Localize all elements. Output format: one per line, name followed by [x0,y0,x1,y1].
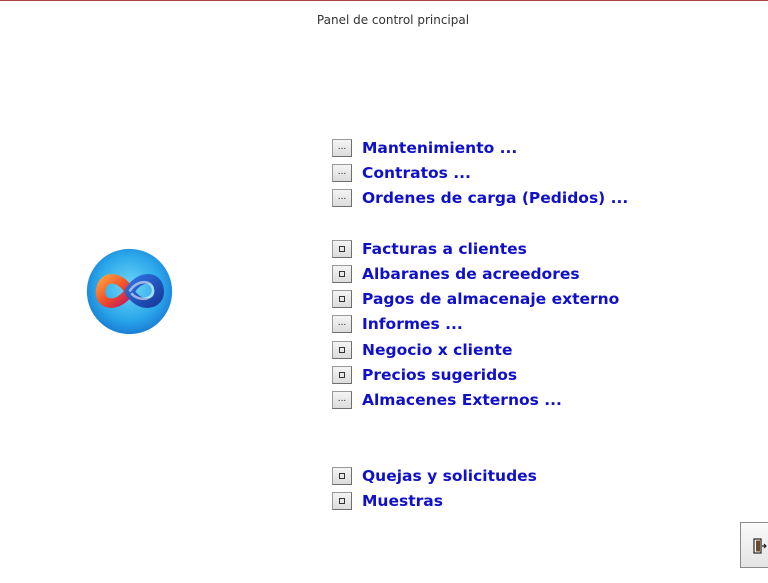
square-bullet-icon [339,473,345,479]
submenu-button[interactable]: ... [332,189,352,207]
square-bullet-icon [339,246,345,252]
open-form-button[interactable] [332,467,352,485]
menu-item-label[interactable]: Mantenimiento ... [362,139,517,157]
menu-item[interactable]: Muestras [332,491,443,511]
main-control-panel: Panel de control principal ... Mantenimie… [0,0,768,583]
square-bullet-icon [339,296,345,302]
menu-item[interactable]: Facturas a clientes [332,239,527,259]
menu-item-label[interactable]: Facturas a clientes [362,240,527,258]
menu-item-label[interactable]: Precios sugeridos [362,366,517,384]
window-top-border [0,0,768,1]
menu-item-label[interactable]: Pagos de almacenaje externo [362,290,619,308]
submenu-button[interactable]: ... [332,164,352,182]
open-form-button[interactable] [332,341,352,359]
menu-item[interactable]: Precios sugeridos [332,365,517,385]
menu-item[interactable]: ... Contratos ... [332,163,471,183]
menu-item[interactable]: ... Mantenimiento ... [332,138,517,158]
infinity-logo-icon [86,248,173,335]
square-bullet-icon [339,498,345,504]
menu-item[interactable]: ... Almacenes Externos ... [332,390,562,410]
menu-item[interactable]: Pagos de almacenaje externo [332,289,619,309]
exit-button[interactable] [740,522,768,568]
open-form-button[interactable] [332,290,352,308]
open-form-button[interactable] [332,265,352,283]
square-bullet-icon [339,372,345,378]
menu-item-label[interactable]: Albaranes de acreedores [362,265,580,283]
menu-item-label[interactable]: Informes ... [362,315,463,333]
menu-item-label[interactable]: Negocio x cliente [362,341,512,359]
exit-door-icon [753,538,767,554]
menu-item[interactable]: ... Informes ... [332,314,463,334]
menu-item-label[interactable]: Quejas y solicitudes [362,467,537,485]
window-title: Panel de control principal [316,13,470,27]
submenu-button[interactable]: ... [332,315,352,333]
menu-item-label[interactable]: Muestras [362,492,443,510]
menu-item[interactable]: Quejas y solicitudes [332,466,537,486]
open-form-button[interactable] [332,492,352,510]
submenu-button[interactable]: ... [332,139,352,157]
open-form-button[interactable] [332,366,352,384]
square-bullet-icon [339,347,345,353]
menu-item-label[interactable]: Ordenes de carga (Pedidos) ... [362,189,628,207]
menu-item-label[interactable]: Almacenes Externos ... [362,391,562,409]
open-form-button[interactable] [332,240,352,258]
square-bullet-icon [339,271,345,277]
menu-item-label[interactable]: Contratos ... [362,164,471,182]
menu-item[interactable]: Negocio x cliente [332,340,512,360]
submenu-button[interactable]: ... [332,391,352,409]
menu-item[interactable]: ... Ordenes de carga (Pedidos) ... [332,188,628,208]
menu-item[interactable]: Albaranes de acreedores [332,264,580,284]
